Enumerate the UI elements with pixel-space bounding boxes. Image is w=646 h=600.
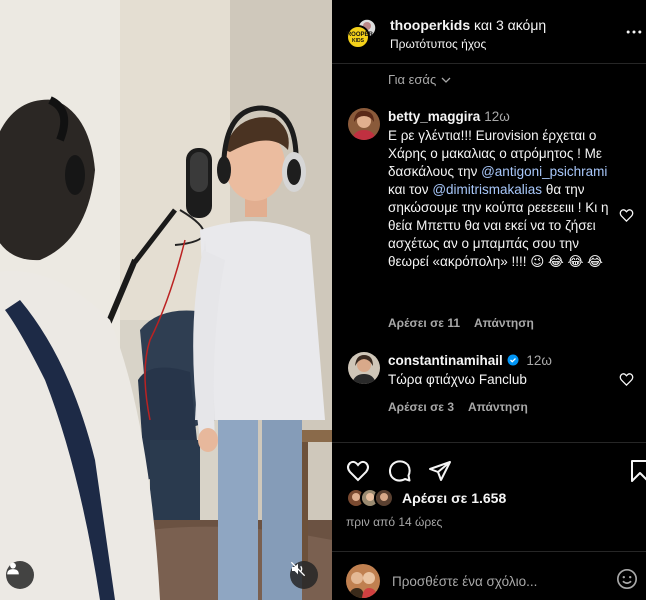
share-button[interactable] <box>428 459 452 488</box>
comment-meta: Αρέσει σε 11 Απάντηση <box>388 316 534 330</box>
author-title: thooperkids και 3 ακόμη <box>390 17 546 33</box>
mention-link[interactable]: @dimitrismakalias <box>432 182 542 197</box>
commenter-username[interactable]: betty_maggira <box>388 109 480 124</box>
post-media[interactable] <box>0 0 332 600</box>
like-button[interactable] <box>346 459 370 488</box>
mute-button[interactable] <box>290 561 318 589</box>
audio-link[interactable]: Πρωτότυπος ήχος <box>390 37 486 51</box>
comment-bubble-icon <box>388 460 411 482</box>
svg-text:KIDS: KIDS <box>352 38 365 44</box>
comments-panel: TROOPER KIDS thooperkids και 3 ακόμη Πρω… <box>332 0 646 600</box>
emoji-button[interactable] <box>616 568 638 595</box>
reply-button[interactable]: Απάντηση <box>474 316 534 330</box>
emoji-smile-icon <box>617 569 637 589</box>
avatar-image <box>348 352 380 384</box>
comment-likes-count[interactable]: Αρέσει σε 3 <box>388 400 454 414</box>
speaker-muted-icon <box>290 561 306 577</box>
collaborators-link[interactable]: και 3 ακόμη <box>474 17 546 33</box>
bookmark-icon <box>631 460 646 482</box>
comment-time[interactable]: 12ω <box>484 109 510 124</box>
commenter-avatar[interactable] <box>348 108 380 140</box>
likes-summary[interactable]: Αρέσει σε 1.658 <box>346 488 506 508</box>
comment-time[interactable]: 12ω <box>526 353 552 368</box>
comment-sort-label: Για εσάς <box>388 72 437 87</box>
comment-meta: Αρέσει σε 3 Απάντηση <box>388 400 528 414</box>
more-options-button[interactable] <box>624 22 644 47</box>
save-button[interactable] <box>628 459 646 488</box>
add-comment-bar <box>332 551 646 600</box>
comment-text-part: και τον <box>388 182 429 197</box>
chevron-down-icon <box>441 77 451 83</box>
author-avatar[interactable]: TROOPER KIDS <box>343 17 378 49</box>
comment-like-button[interactable] <box>619 372 634 392</box>
reply-button[interactable]: Απάντηση <box>468 400 528 414</box>
avatar-stack-icon: TROOPER KIDS <box>343 18 377 49</box>
heart-outline-icon <box>619 373 634 387</box>
comment-like-button[interactable] <box>619 208 634 228</box>
heart-outline-icon <box>347 460 369 482</box>
comment-text: betty_maggira 12ω Ε ρε γλέντια!!! Eurovis… <box>388 108 614 271</box>
post-header: TROOPER KIDS thooperkids και 3 ακόμη Πρω… <box>332 0 646 64</box>
media-scene <box>0 0 332 600</box>
comment-button[interactable] <box>388 459 412 488</box>
user-icon <box>7 562 19 575</box>
send-icon <box>429 461 451 481</box>
verified-badge-icon <box>507 354 519 366</box>
commenter-username[interactable]: constantinamihail <box>388 353 503 368</box>
mention-link[interactable]: @antigoni_psichrami <box>481 164 607 179</box>
likes-count[interactable]: Αρέσει σε 1.658 <box>402 490 506 506</box>
more-horizontal-icon <box>626 30 642 34</box>
post-actions: Αρέσει σε 1.658 πριν από 14 ώρες <box>332 442 646 600</box>
comment-input[interactable] <box>392 574 602 589</box>
comment-text: constantinamihail 12ω Τώρα φτιάχνω Fancl… <box>388 352 614 389</box>
comment-likes-count[interactable]: Αρέσει σε 11 <box>388 316 460 330</box>
comment-sort-dropdown[interactable]: Για εσάς <box>388 72 452 87</box>
liker-avatar <box>374 488 394 508</box>
heart-outline-icon <box>619 209 634 223</box>
commenter-avatar[interactable] <box>348 352 380 384</box>
comment-text-part: Τώρα φτιάχνω Fanclub <box>388 372 527 387</box>
avatar-image <box>348 108 380 140</box>
post-time[interactable]: πριν από 14 ώρες <box>346 515 442 529</box>
author-username[interactable]: thooperkids <box>390 17 470 33</box>
current-user-avatar <box>346 564 380 598</box>
tagged-users-button[interactable] <box>6 561 34 589</box>
